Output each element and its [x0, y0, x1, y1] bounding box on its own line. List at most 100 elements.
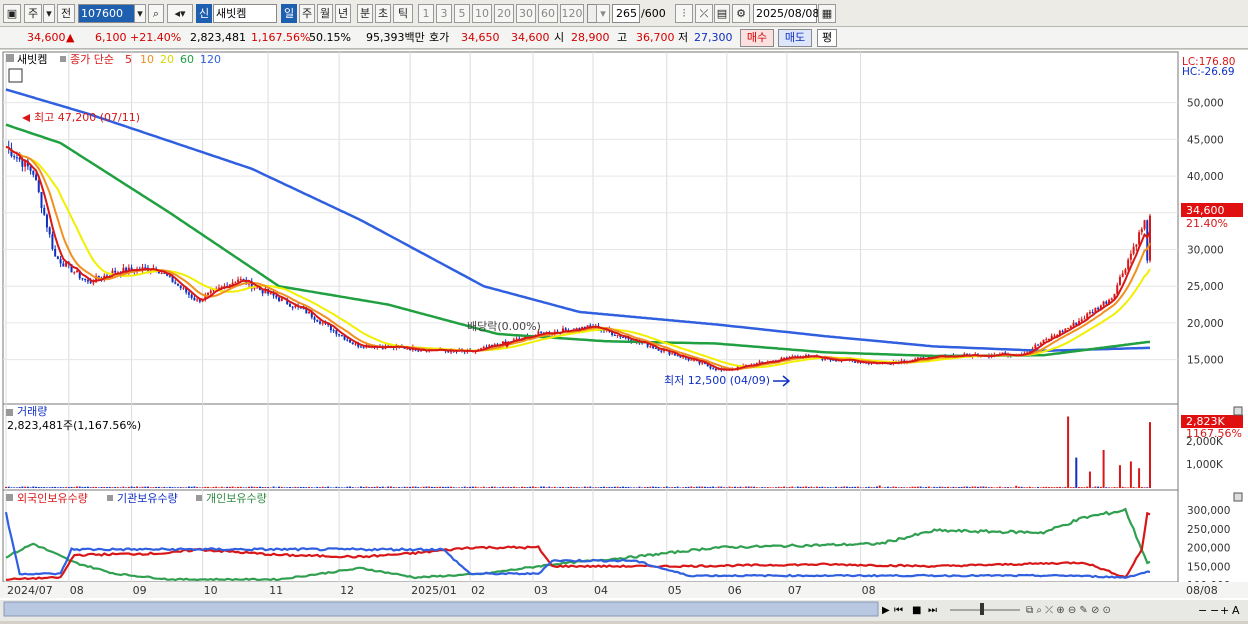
zoom-in-icon[interactable]: +: [1220, 604, 1229, 617]
interval-3[interactable]: 3: [436, 4, 452, 23]
interval-5[interactable]: 5: [454, 4, 470, 23]
volume-bar: [1017, 486, 1020, 488]
period-tab-minute[interactable]: 분: [357, 4, 373, 23]
candle-body: [174, 282, 177, 284]
period-tab-second[interactable]: 초: [375, 4, 391, 23]
interval-dropdown-icon[interactable]: ▾: [596, 4, 610, 23]
scroll-end-icon[interactable]: ⏭: [928, 605, 937, 616]
candle-body: [1143, 220, 1146, 229]
layout-icon[interactable]: ▣: [3, 4, 21, 23]
price-y-tick: 15,000: [1187, 355, 1224, 367]
volume-bar: [209, 487, 212, 488]
interval-60[interactable]: 60: [538, 4, 558, 23]
period-tab-year[interactable]: 년: [335, 4, 351, 23]
volume-bar: [106, 487, 109, 488]
date-input[interactable]: 2025/08/08: [753, 4, 819, 23]
candle-body: [45, 214, 48, 228]
chart-type-icon[interactable]: ⫶: [675, 4, 693, 23]
calendar-icon[interactable]: ▦: [818, 4, 836, 23]
calculator-icon[interactable]: [8, 68, 23, 83]
volume-bar: [971, 486, 974, 488]
period-tab-week[interactable]: 주: [299, 4, 315, 23]
volume-panel-close-icon[interactable]: [1233, 406, 1243, 416]
volume-bar: [1069, 487, 1072, 488]
volume-bar: [733, 486, 736, 488]
volume-bar: [359, 486, 362, 488]
volume-bar: [166, 487, 169, 488]
volume-bar: [269, 487, 272, 488]
x-axis-label: 03: [534, 584, 548, 597]
period-tab-day[interactable]: 일: [281, 4, 297, 23]
interval-10[interactable]: 10: [472, 4, 492, 23]
tools-icons[interactable]: ⧉ ⌕ ⤫ ⊕ ⊖ ✎ ⊘ ⊙: [1026, 605, 1111, 616]
zoom-slider-handle[interactable]: [980, 603, 984, 615]
volume-bar: [927, 486, 930, 488]
volume-bar: [21, 486, 24, 488]
holdings-panel-close-icon[interactable]: [1233, 492, 1243, 502]
stock-name-field[interactable]: 새빗켐: [213, 4, 277, 23]
volume-bar: [157, 486, 160, 488]
volume-bar: [223, 487, 226, 488]
candle-body: [190, 294, 193, 298]
count-input[interactable]: 265: [612, 4, 640, 23]
horizontal-scrollbar[interactable]: [3, 601, 879, 617]
market-button-stock[interactable]: 주: [24, 4, 42, 23]
volume-bar: [174, 487, 177, 488]
volume-bar: [867, 486, 870, 488]
stop-icon[interactable]: ■: [912, 605, 921, 616]
volume-bar: [258, 486, 261, 488]
gear-icon[interactable]: ⚙: [732, 4, 750, 23]
eval-button[interactable]: 평: [817, 29, 837, 47]
search-icon[interactable]: ⌕: [148, 4, 164, 23]
candle-body: [1121, 273, 1124, 277]
save-icon[interactable]: ▤: [714, 4, 730, 23]
volume-bar: [152, 487, 155, 488]
auto-scale-icon[interactable]: A: [1232, 604, 1240, 617]
volume-bar: [496, 487, 499, 488]
volume-bar: [605, 487, 608, 488]
volume-bar: [561, 486, 564, 488]
volume-bar: [84, 486, 87, 488]
volume-bar: [955, 487, 958, 488]
volume-bar: [59, 487, 62, 488]
volume-bar: [436, 486, 439, 488]
volume-bar: [755, 487, 758, 488]
sell-button[interactable]: 매도: [778, 29, 812, 47]
code-dropdown-icon[interactable]: ▾: [134, 4, 146, 23]
volume-bar: [1149, 422, 1151, 488]
volume-bar: [608, 486, 611, 488]
candle-body: [75, 270, 78, 273]
market-dropdown-icon[interactable]: ▾: [43, 4, 55, 23]
candle-body: [1034, 344, 1037, 349]
crosshair-icon[interactable]: ⤫: [695, 4, 713, 23]
candle-body: [701, 362, 704, 364]
x-axis-label: 2025/01: [411, 584, 457, 597]
interval-120[interactable]: 120: [560, 4, 584, 23]
volume-bar: [187, 486, 190, 488]
interval-20[interactable]: 20: [494, 4, 514, 23]
scroll-right-icon[interactable]: ▶: [882, 605, 890, 616]
volume-bar: [5, 486, 7, 488]
market-button-prev[interactable]: 전: [57, 4, 75, 23]
volume-bar: [592, 487, 595, 488]
buy-button[interactable]: 매수: [740, 29, 774, 47]
interval-30[interactable]: 30: [516, 4, 536, 23]
zoom-out-icon[interactable]: −: [1198, 604, 1207, 617]
interval-1[interactable]: 1: [418, 4, 434, 23]
volume-bar: [982, 486, 985, 488]
volume-bar: [578, 487, 581, 488]
volume-bar: [534, 487, 537, 488]
volume-bar: [430, 486, 433, 488]
speaker-icon[interactable]: ◂▾: [167, 4, 193, 23]
low-value: 27,300: [694, 31, 733, 44]
scroll-start-icon[interactable]: ⏮: [894, 605, 903, 616]
candle-body: [89, 281, 92, 283]
zoom-reset-icon[interactable]: −: [1210, 604, 1219, 617]
volume-bar: [116, 487, 119, 488]
period-tab-month[interactable]: 월: [317, 4, 333, 23]
period-tab-tick[interactable]: 틱: [393, 4, 413, 23]
volume-bar: [714, 487, 717, 488]
volume-bar: [925, 487, 928, 488]
volume-bar: [589, 486, 592, 488]
code-input[interactable]: 107600: [78, 4, 136, 23]
